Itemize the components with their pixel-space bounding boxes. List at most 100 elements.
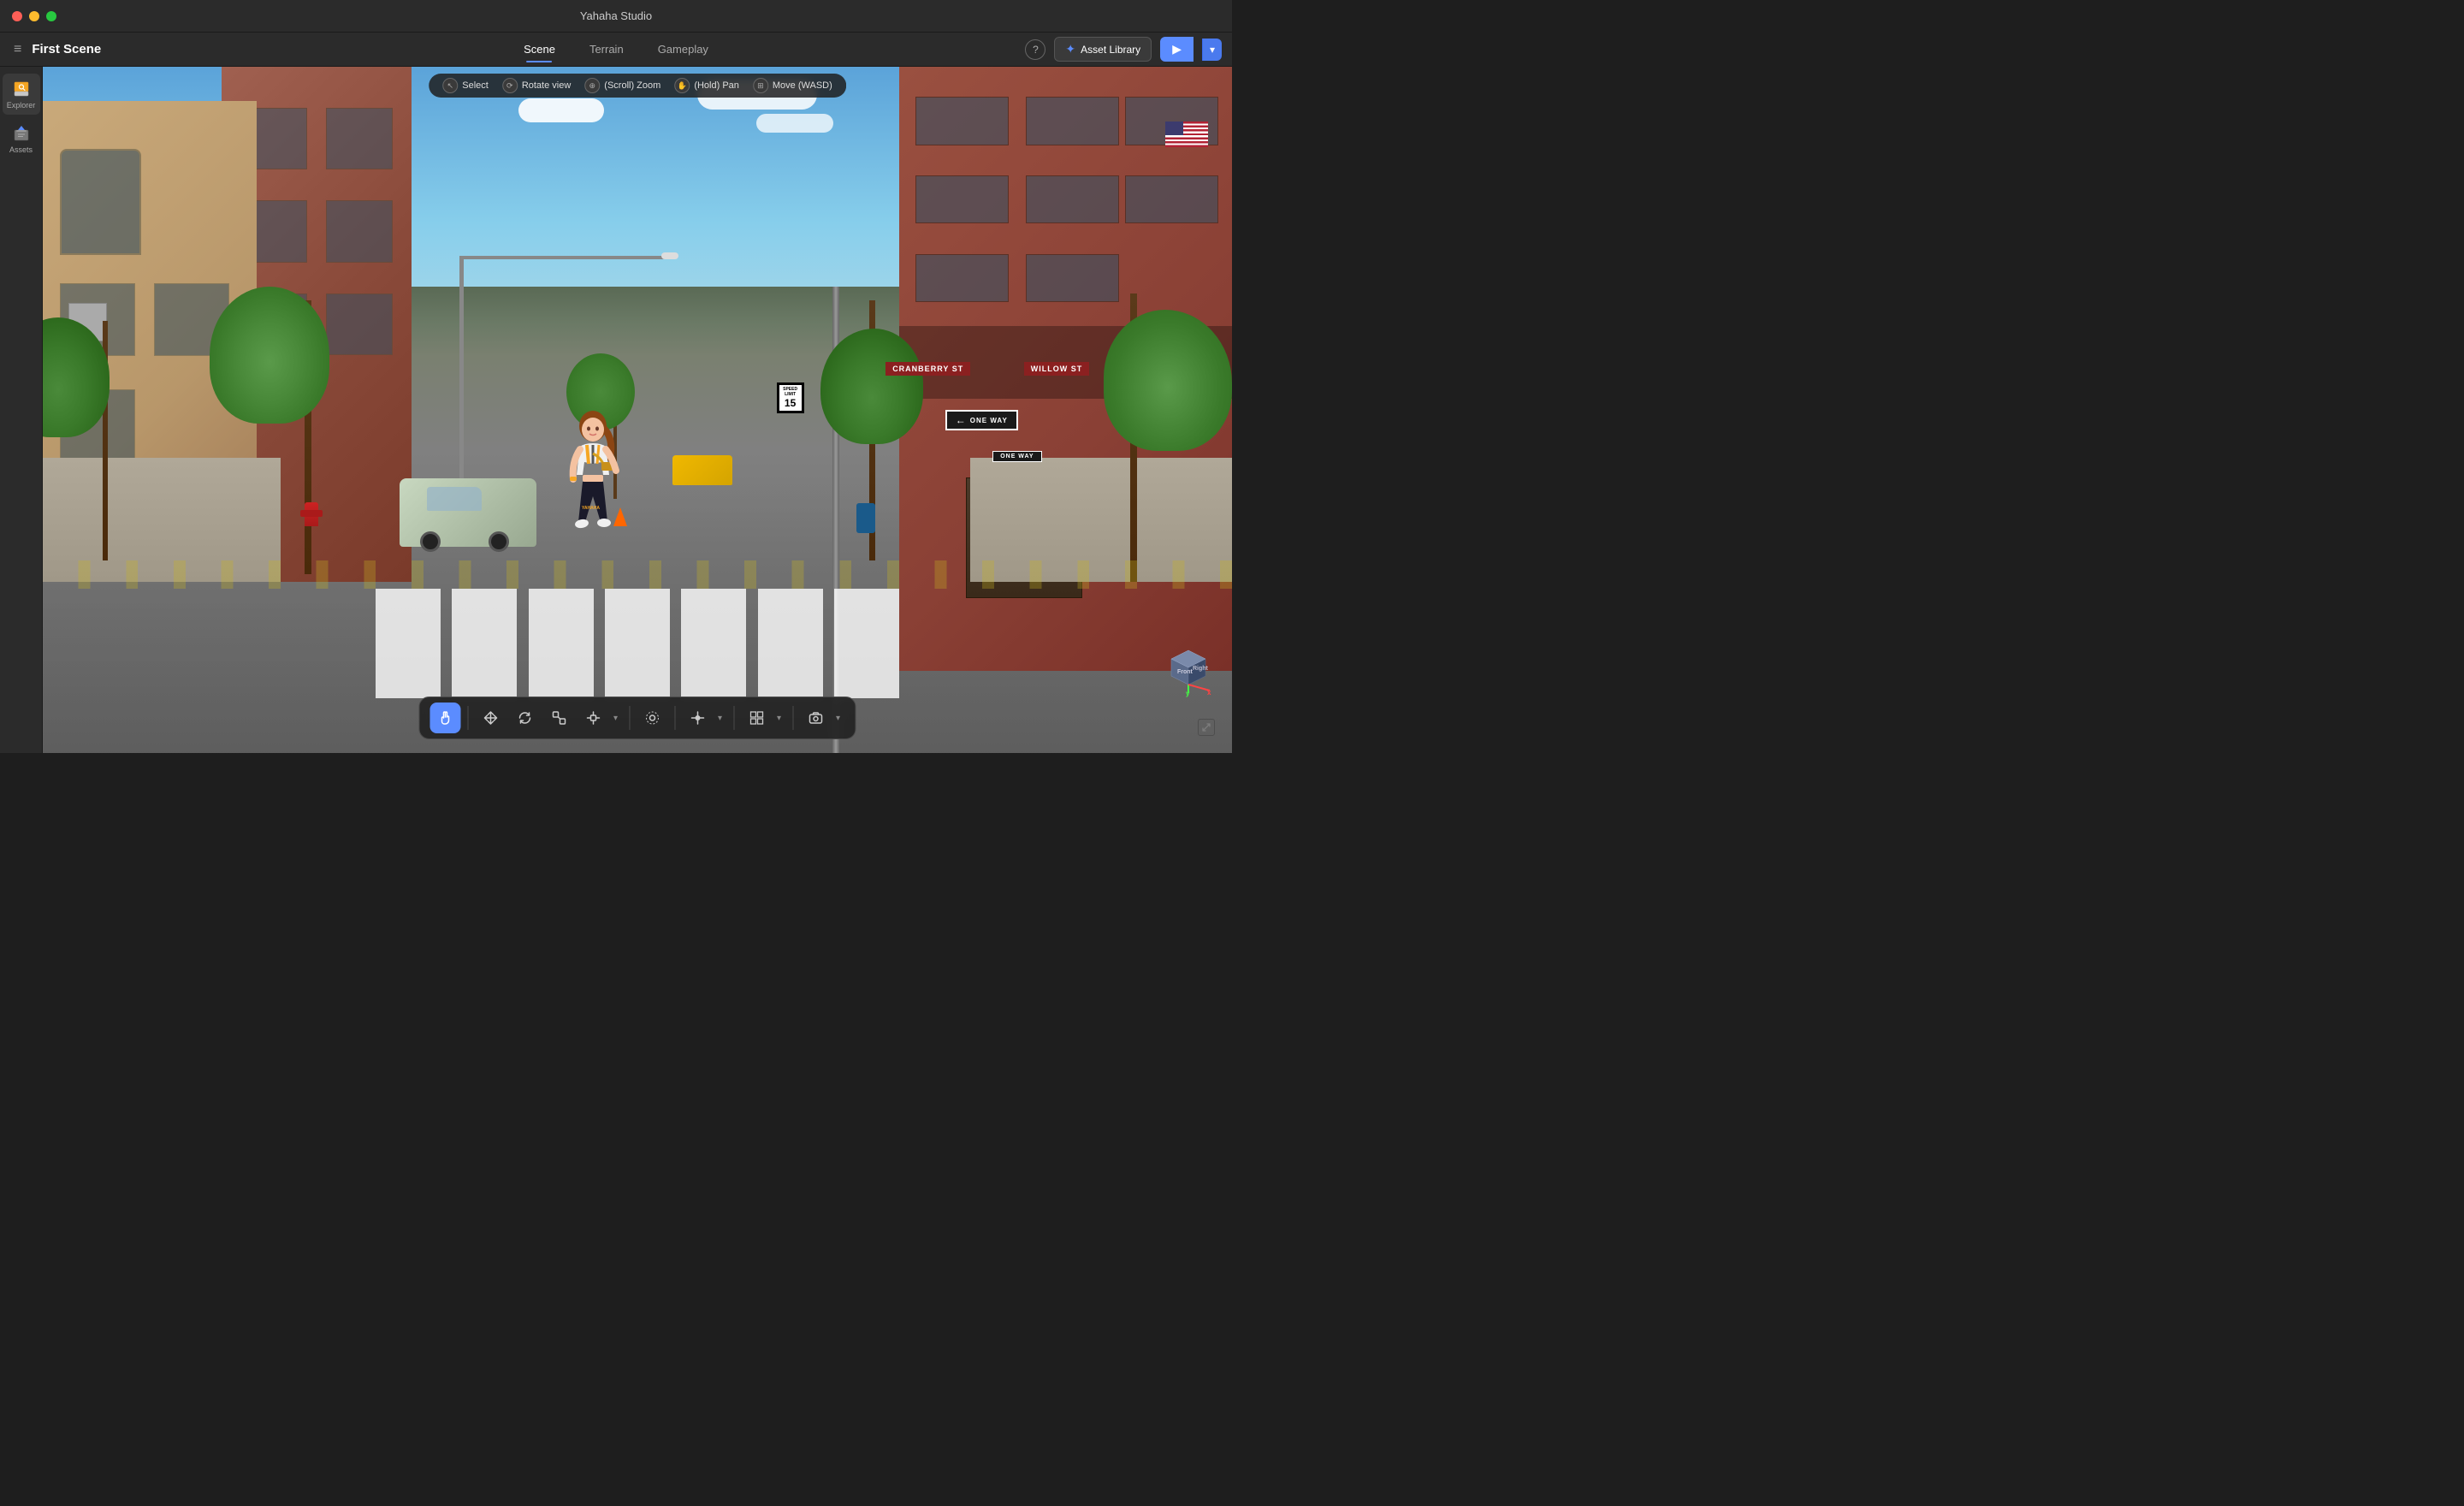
speed-label: SPEED LIMIT — [781, 387, 800, 397]
rbw-5 — [1026, 175, 1119, 223]
toolbar-divider-3 — [675, 706, 676, 730]
bottom-toolbar: ▾ — [419, 697, 856, 739]
transform-tool-button[interactable] — [578, 703, 609, 733]
sign-one-way-1: ← ONE WAY — [945, 410, 1018, 430]
tree-foliage-4 — [1104, 310, 1232, 451]
rbw-1 — [915, 97, 1009, 145]
scale-tool-button[interactable] — [544, 703, 575, 733]
close-button[interactable] — [12, 11, 22, 21]
bbl-window-6 — [326, 293, 393, 355]
plus-icon: ✦ — [1065, 42, 1075, 56]
sidewalk-left — [43, 458, 281, 581]
fullscreen-button[interactable] — [46, 11, 56, 21]
tool-move: ⊞ Move (WASD) — [753, 78, 832, 93]
expand-viewport-button[interactable] — [1198, 719, 1215, 736]
sign-one-way-2: ONE WAY — [992, 451, 1041, 462]
tool-group-transform: ▾ — [578, 703, 623, 733]
sidebar-item-explorer[interactable]: Explorer — [3, 74, 40, 115]
assets-icon — [11, 123, 32, 144]
crosswalk-stripe-7 — [834, 589, 899, 698]
rbw-4 — [915, 175, 1009, 223]
speed-value: 15 — [781, 397, 800, 409]
sidebar-item-assets[interactable]: Assets — [3, 118, 40, 159]
crosswalk-stripe-1 — [376, 589, 441, 698]
asset-library-button[interactable]: ✦ Asset Library — [1054, 37, 1152, 62]
rbw-8 — [1026, 254, 1119, 302]
tool-group-camera: ▾ — [801, 703, 845, 733]
select-icon: ↖ — [442, 78, 458, 93]
play-dropdown-button[interactable]: ▾ — [1202, 39, 1222, 61]
titlebar: Yahaha Studio — [0, 0, 1232, 33]
traffic-lights — [12, 11, 56, 21]
taxi — [672, 455, 732, 485]
menu-button[interactable]: ≡ — [10, 39, 25, 61]
camera-dropdown[interactable]: ▾ — [832, 703, 845, 733]
flag-canton — [1165, 122, 1183, 135]
help-button[interactable]: ? — [1025, 39, 1045, 60]
grid-tool-button[interactable] — [742, 703, 773, 733]
rbw-6 — [1125, 175, 1218, 223]
tool-group-hand — [430, 703, 461, 733]
bbl-window-2 — [326, 108, 393, 169]
svg-text:YAHAHA: YAHAHA — [582, 506, 600, 511]
svg-text:Right: Right — [1193, 666, 1209, 672]
hand-tool-button[interactable] — [430, 703, 461, 733]
svg-text:y: y — [1186, 690, 1190, 697]
camera-tool-button[interactable] — [801, 703, 832, 733]
svg-text:Front: Front — [1177, 669, 1194, 675]
tab-terrain[interactable]: Terrain — [572, 36, 641, 62]
toolbar-divider-2 — [630, 706, 631, 730]
crosswalk-stripe-4 — [605, 589, 670, 698]
app-title: Yahaha Studio — [580, 9, 652, 22]
cloud-5 — [756, 114, 833, 133]
viewport-toolbar: ↖ Select ⟳ Rotate view ⊕ (Scroll) Zoom ✋… — [429, 74, 846, 98]
snap-dropdown[interactable]: ▾ — [714, 703, 727, 733]
pivot-tool-button[interactable] — [637, 703, 668, 733]
tool-pan: ✋ (Hold) Pan — [674, 78, 739, 93]
character: YAHAHA — [554, 411, 631, 582]
tool-group-grid: ▾ — [742, 703, 786, 733]
move-tool-button[interactable] — [476, 703, 506, 733]
tool-group-scale — [544, 703, 575, 733]
bbl-window-4 — [326, 200, 393, 262]
tool-group-move — [476, 703, 506, 733]
tool-group-rotate — [510, 703, 541, 733]
play-button[interactable]: ▶ — [1160, 37, 1194, 62]
tab-scene[interactable]: Scene — [506, 36, 572, 62]
tab-gameplay[interactable]: Gameplay — [641, 36, 726, 62]
crosswalk-stripe-3 — [529, 589, 594, 698]
snap-tool-button[interactable] — [683, 703, 714, 733]
tree-foliage-2 — [210, 287, 329, 424]
sign-speed-limit: SPEED LIMIT 15 — [777, 382, 804, 413]
minimize-button[interactable] — [29, 11, 39, 21]
sign-willow-st: WILLOW ST — [1024, 362, 1090, 376]
tool-zoom: ⊕ (Scroll) Zoom — [584, 78, 660, 93]
left-sidebar: Explorer Assets — [0, 67, 43, 753]
gizmo-overlay: Front Right x y — [1158, 637, 1218, 702]
tool-select: ↖ Select — [442, 78, 489, 93]
viewport[interactable]: CRANBERRY ST WILLOW ST ← ONE WAY ONE WAY… — [43, 67, 1232, 753]
toolbar-divider-5 — [793, 706, 794, 730]
svg-text:x: x — [1207, 689, 1211, 697]
explorer-label: Explorer — [7, 101, 36, 110]
taxi-body — [672, 455, 732, 485]
van — [400, 461, 536, 547]
crosswalk-stripe-2 — [452, 589, 517, 698]
tool-rotate-view: ⟳ Rotate view — [502, 78, 571, 93]
pan-icon: ✋ — [674, 78, 690, 93]
fire-hydrant — [305, 502, 318, 526]
lamp-head-left — [661, 252, 678, 259]
gizmo-cube-svg: Front Right x y — [1158, 637, 1218, 697]
crosswalk-stripe-5 — [681, 589, 746, 698]
content-area: Explorer Assets — [0, 67, 1232, 753]
toolbar-divider-1 — [468, 706, 469, 730]
toolbar-divider-4 — [734, 706, 735, 730]
rotate-tool-button[interactable] — [510, 703, 541, 733]
explorer-icon — [11, 79, 32, 99]
rbw-7 — [915, 254, 1009, 302]
assets-label: Assets — [9, 145, 33, 154]
move-icon: ⊞ — [753, 78, 768, 93]
transform-dropdown[interactable]: ▾ — [609, 703, 623, 733]
grid-dropdown[interactable]: ▾ — [773, 703, 786, 733]
crosswalk — [376, 589, 899, 698]
